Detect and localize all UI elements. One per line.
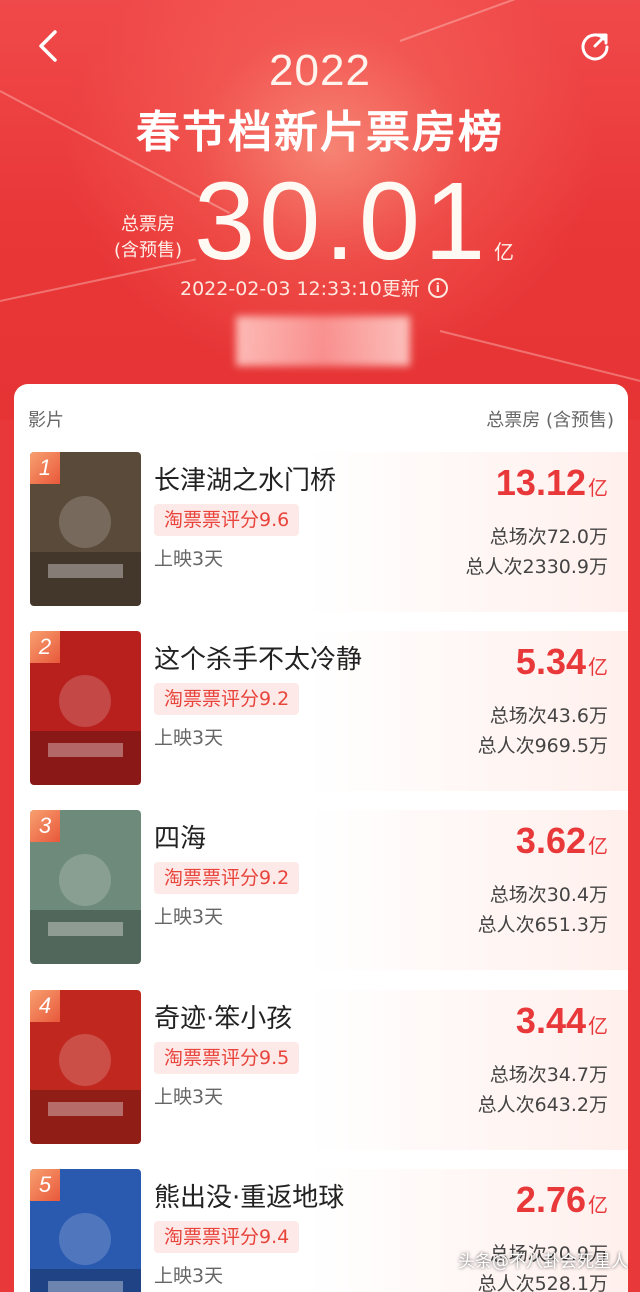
header-banner: 2022 春节档新片票房榜 总票房 (含预售) 30.01 亿 2022-02-… xyxy=(0,0,640,420)
rating-tag: 淘票票评分9.5 xyxy=(154,1042,300,1074)
year-label: 2022 xyxy=(269,46,371,95)
movie-title[interactable]: 这个杀手不太冷静 xyxy=(154,639,362,676)
total-audience: 总人次969.5万 xyxy=(477,735,608,757)
movie-poster[interactable]: 4 xyxy=(30,990,141,1144)
days-released: 上映3天 xyxy=(154,1086,224,1108)
movie-box-office: 3.44 亿 xyxy=(516,1000,608,1042)
movie-row[interactable]: 5 熊出没·重返地球 淘票票评分9.4 上映3天 2.76 亿 总场次20.9万 … xyxy=(14,1169,628,1292)
box-office-unit: 亿 xyxy=(588,1014,608,1038)
movie-title[interactable]: 四海 xyxy=(154,818,206,855)
movie-row[interactable]: 4 奇迹·笨小孩 淘票票评分9.5 上映3天 3.44 亿 总场次34.7万 总人… xyxy=(14,990,628,1168)
movie-box-office: 3.62 亿 xyxy=(516,820,608,862)
rating-tag: 淘票票评分9.2 xyxy=(154,683,300,715)
update-time-text: 2022-02-03 12:33:10更新 xyxy=(180,278,420,300)
total-box-office-label: 总票房 (含预售) xyxy=(114,212,182,264)
days-released: 上映3天 xyxy=(154,1265,224,1287)
total-audience: 总人次528.1万 xyxy=(477,1273,608,1292)
box-office-value: 3.44 xyxy=(515,1000,586,1041)
rank-badge: 3 xyxy=(30,810,60,842)
column-header-gross: 总票房 (含预售) xyxy=(486,410,614,431)
rank-badge: 4 xyxy=(30,990,60,1022)
movie-title[interactable]: 奇迹·笨小孩 xyxy=(154,998,292,1035)
total-audience: 总人次2330.9万 xyxy=(465,556,608,578)
total-box-office-value: 30.01 xyxy=(194,160,490,283)
total-audience: 总人次651.3万 xyxy=(477,914,608,936)
movie-row[interactable]: 3 四海 淘票票评分9.2 上映3天 3.62 亿 总场次30.4万 总人次651… xyxy=(14,810,628,988)
rank-badge: 1 xyxy=(30,452,60,484)
box-office-unit: 亿 xyxy=(588,655,608,679)
total-shows: 总场次72.0万 xyxy=(489,526,608,548)
watermark: 头条@不八卦会死星人 xyxy=(458,1252,628,1272)
box-office-value: 13.12 xyxy=(495,462,586,503)
box-office-value: 5.34 xyxy=(515,641,586,682)
movie-box-office: 13.12 亿 xyxy=(496,462,608,504)
movie-title[interactable]: 长津湖之水门桥 xyxy=(154,460,336,497)
box-office-unit: 亿 xyxy=(588,476,608,500)
box-office-unit: 亿 xyxy=(588,834,608,858)
rank-badge: 5 xyxy=(30,1169,60,1201)
total-label-line2: (含预售) xyxy=(114,240,183,261)
rating-tag: 淘票票评分9.4 xyxy=(154,1221,300,1253)
movie-box-office: 2.76 亿 xyxy=(516,1179,608,1221)
days-released: 上映3天 xyxy=(154,548,224,570)
box-office-value: 3.62 xyxy=(515,820,586,861)
days-released: 上映3天 xyxy=(154,906,224,928)
total-shows: 总场次34.7万 xyxy=(489,1064,608,1086)
rating-tag: 淘票票评分9.6 xyxy=(154,504,300,536)
movie-poster[interactable]: 1 xyxy=(30,452,141,606)
box-office-value: 2.76 xyxy=(515,1179,586,1220)
total-audience: 总人次643.2万 xyxy=(477,1094,608,1116)
total-shows: 总场次30.4万 xyxy=(489,884,608,906)
ranking-card: 影片 总票房 (含预售) 1 长津湖之水门桥 淘票票评分9.6 上映3天 13.… xyxy=(14,384,628,1292)
total-shows: 总场次43.6万 xyxy=(489,705,608,727)
rating-tag: 淘票票评分9.2 xyxy=(154,862,300,894)
box-office-unit: 亿 xyxy=(588,1193,608,1217)
total-box-office-unit: 亿 xyxy=(494,240,514,264)
movie-row[interactable]: 1 长津湖之水门桥 淘票票评分9.6 上映3天 13.12 亿 总场次72.0万 … xyxy=(14,452,628,630)
days-released: 上映3天 xyxy=(154,727,224,749)
column-header-film: 影片 xyxy=(28,410,64,431)
info-icon[interactable]: i xyxy=(427,277,448,298)
movie-row[interactable]: 2 这个杀手不太冷静 淘票票评分9.2 上映3天 5.34 亿 总场次43.6万 … xyxy=(14,631,628,809)
movie-box-office: 5.34 亿 xyxy=(516,641,608,683)
movie-poster[interactable]: 2 xyxy=(30,631,141,785)
update-time: 2022-02-03 12:33:10更新 i xyxy=(180,274,448,301)
blurred-area xyxy=(236,316,410,366)
total-label-line1: 总票房 xyxy=(121,214,176,235)
movie-poster[interactable]: 3 xyxy=(30,810,141,964)
movie-title[interactable]: 熊出没·重返地球 xyxy=(154,1177,344,1214)
page-title: 春节档新片票房榜 xyxy=(136,107,504,158)
movie-poster[interactable]: 5 xyxy=(30,1169,141,1292)
rank-badge: 2 xyxy=(30,631,60,663)
